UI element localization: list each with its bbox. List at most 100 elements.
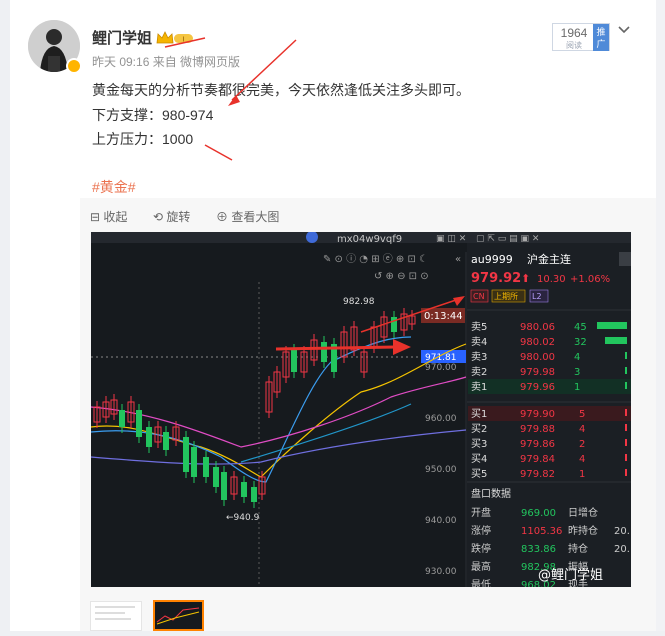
bid-depth-bar [625,439,627,446]
vip-crown-icon: I [156,31,193,44]
y-tick-label: 940.00 [425,516,457,526]
reads-badge: 1964 阅读 推广 [552,23,610,51]
ask-label: 卖4 [471,336,487,348]
collapse-icon: ⊟ [90,210,101,224]
rotate-label: 旋转 [166,210,191,224]
y-tick-label: 930.00 [425,567,457,577]
magnify-icon: ⊕ [216,210,229,224]
ask-price[interactable]: 980.00 [520,352,555,363]
bid-volume: 5 [579,409,585,420]
ask-depth-bar [597,322,627,329]
bid-label: 买1 [471,408,487,420]
ask-depth-bar [625,367,627,374]
stats-title: 盘口数据 [471,487,511,500]
ask-depth-bar [625,382,627,389]
ask-price[interactable]: 979.96 [520,382,555,393]
ask-label: 卖5 [471,321,487,333]
ask-volume: 4 [574,352,580,363]
stat-key-2: 昨持仓 [568,524,598,537]
tag-exchange: 上期所 [494,291,518,301]
candle-body [291,350,297,372]
tag-level: L2 [532,292,542,301]
symbol: au9999 [471,253,513,266]
bid-label: 买2 [471,423,487,435]
ask-volume: 45 [574,322,587,333]
collapse-button[interactable]: ⊟ 收起 [90,208,127,225]
y-tick-label: 970.00 [425,363,457,373]
bid-price[interactable]: 979.86 [520,439,555,450]
candle-body [251,487,257,502]
ask-depth-bar [625,352,627,359]
change: 10.30 [537,274,566,285]
bid-depth-bar [625,469,627,476]
promote-button[interactable]: 推广 [593,24,609,51]
bid-volume: 4 [579,454,585,465]
stat-key: 跌停 [471,542,491,555]
bid-price[interactable]: 979.84 [520,454,555,465]
ask-volume: 1 [574,382,580,393]
page-gutter [656,0,665,631]
stat-value: 833.86 [521,544,556,555]
tag-cn: CN [473,292,485,301]
ask-price[interactable]: 980.02 [520,337,555,348]
change-pct: +1.06% [570,274,610,285]
ask-price[interactable]: 980.06 [520,322,555,333]
ask-depth-bar [605,337,627,344]
ask-volume: 32 [574,337,587,348]
ask-label: 卖1 [471,381,487,393]
stat-key: 涨停 [471,524,491,537]
post-meta: 昨天 09:16 来自 微博网页版 [92,55,241,69]
view-large-button[interactable]: ⊕ 查看大图 [216,208,279,225]
candle-body [146,427,152,447]
candle-body [221,472,227,500]
candle-body [203,457,209,477]
rotate-button[interactable]: ⟲ 旋转 [153,208,190,225]
svg-text:«: « [455,254,461,265]
verified-badge-icon [66,58,82,74]
bid-volume: 2 [579,439,585,450]
stat-key-2: 日增仓 [568,506,598,519]
thumbnail-1[interactable] [90,601,142,631]
high-label: 982.98 [343,297,375,307]
bid-depth-bar [625,424,627,431]
y-tick-label: 950.00 [425,465,457,475]
post-image-trading-chart[interactable]: mx04w9vqf9 ▣ ◫ ✕ ▢ ⇱ ▭ ▤ ▣ ✕ ✎ ⊙ ⓘ ◔ ⊞ ⓔ… [91,232,631,587]
username[interactable]: 鲤门学姐 [92,27,152,48]
thumbnail-2-selected[interactable] [153,600,204,631]
bid-price[interactable]: 979.82 [520,469,555,480]
candle-body [321,342,327,362]
last-price: 979.92 [471,271,521,286]
svg-text:↺ ⊕ ⊖ ⊡ ⊙: ↺ ⊕ ⊖ ⊡ ⊙ [374,271,429,282]
candle-body [391,317,397,332]
bid-volume: 4 [579,424,585,435]
svg-text:▣ ◫ ✕: ▣ ◫ ✕ [436,234,466,244]
tab-title[interactable]: mx04w9vqf9 [337,234,402,245]
stat-value-2: 20. [614,544,630,555]
reads-label: 阅读 [566,41,582,50]
bid-label: 买3 [471,438,487,450]
bid-price[interactable]: 979.88 [520,424,555,435]
ask-label: 卖3 [471,351,487,363]
ask-label: 卖2 [471,366,487,378]
stat-value: 1105.36 [521,526,562,537]
bid-volume: 1 [579,469,585,480]
stat-key-2: 持仓 [568,542,588,555]
stat-key: 最高 [471,560,491,573]
image-watermark: @鲤门学姐 [538,567,603,583]
stat-key: 最低 [471,578,491,587]
bid-depth-bar [625,454,627,461]
bid-label: 买4 [471,453,487,465]
svg-text:I: I [182,36,184,44]
candle-body [163,432,169,450]
candle-body [191,447,197,477]
bid-price[interactable]: 979.90 [520,409,555,420]
post-line-3: 上方压力：1000 [92,131,194,147]
hashtag-link[interactable]: #黄金# [92,177,136,197]
stat-key: 开盘 [471,506,491,519]
candle-body [183,437,189,472]
candle-body [213,467,219,487]
collapse-label: 收起 [103,210,128,224]
ask-price[interactable]: 979.98 [520,367,555,378]
chevron-down-icon[interactable] [616,24,632,36]
candle-body [136,410,142,437]
